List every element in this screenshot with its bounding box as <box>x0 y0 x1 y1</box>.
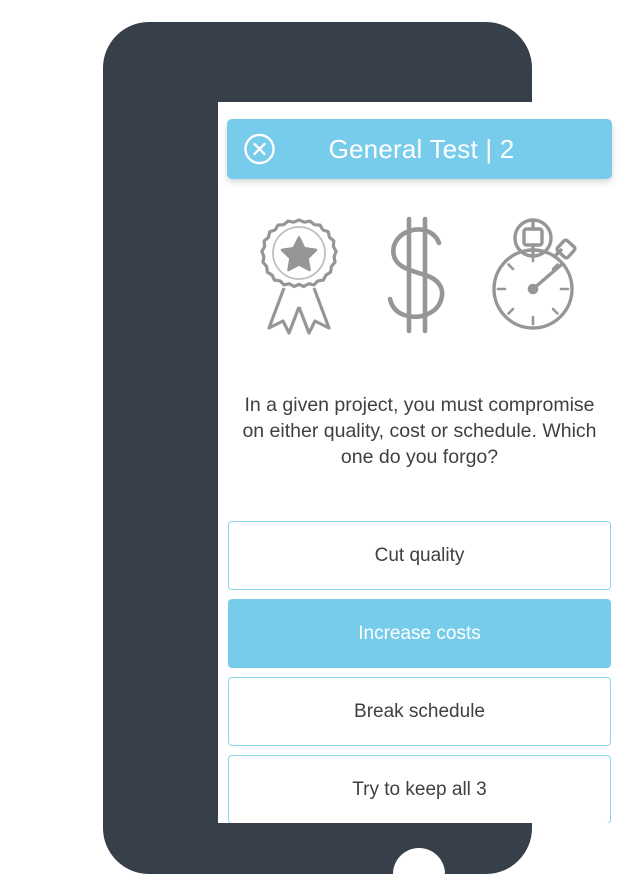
answer-option-label: Increase costs <box>358 622 481 644</box>
answer-options-list: Cut quality Increase costs Break schedul… <box>228 521 611 823</box>
topic-icons-row <box>218 210 621 340</box>
screenshot-root: General Test | 2 In a given project, you… <box>0 0 635 896</box>
answer-option-label: Break schedule <box>354 700 485 722</box>
award-ribbon-icon <box>259 218 338 335</box>
app-header: General Test | 2 <box>227 119 612 179</box>
dollar-sign-icon <box>387 216 444 334</box>
phone-screen: General Test | 2 In a given project, you… <box>218 102 621 823</box>
answer-option-0[interactable]: Cut quality <box>228 521 611 590</box>
stopwatch-icon <box>491 218 577 330</box>
answer-option-label: Cut quality <box>374 544 465 566</box>
close-circle-icon[interactable] <box>243 133 276 166</box>
page-title: General Test | 2 <box>328 134 515 164</box>
question-text: In a given project, you must compromise … <box>242 394 597 468</box>
phone-frame: General Test | 2 In a given project, you… <box>103 22 621 896</box>
answer-option-label: Try to keep all 3 <box>352 778 487 800</box>
answer-option-3[interactable]: Try to keep all 3 <box>228 755 611 823</box>
answer-option-1[interactable]: Increase costs <box>228 599 611 668</box>
answer-option-2[interactable]: Break schedule <box>228 677 611 746</box>
home-button[interactable] <box>393 848 445 896</box>
